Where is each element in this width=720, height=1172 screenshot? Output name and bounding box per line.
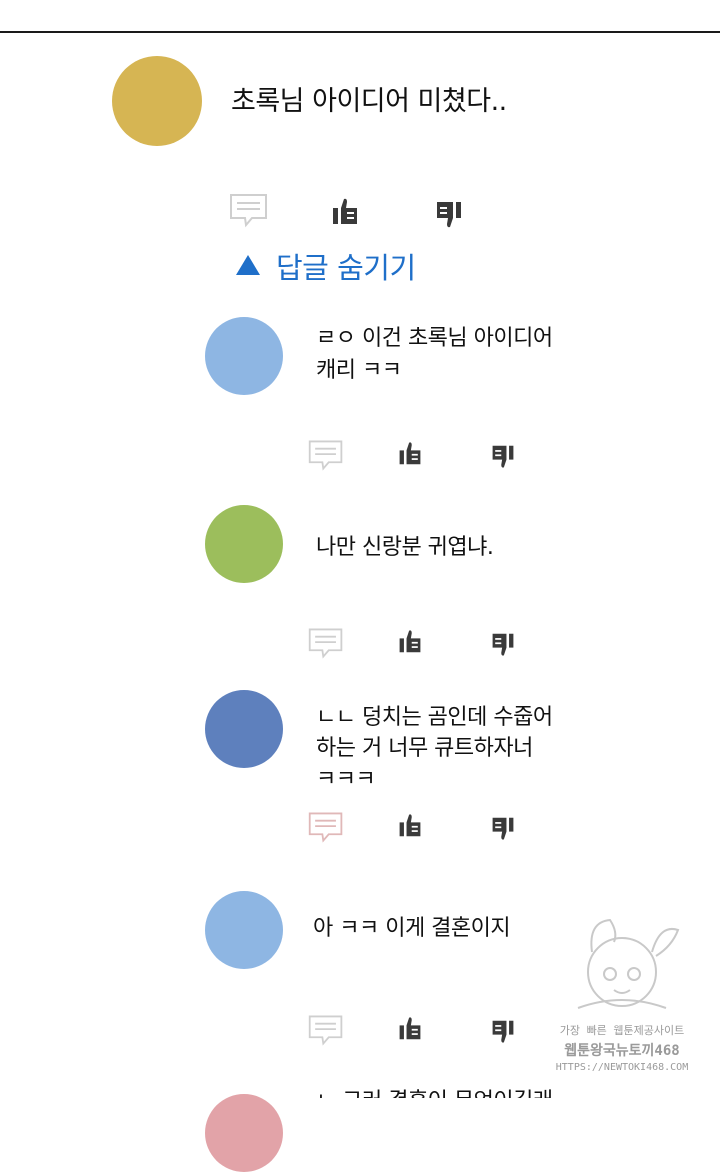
thumbs-down-icon[interactable]	[490, 632, 516, 658]
reply-actions	[307, 1013, 527, 1053]
thumbs-down-icon[interactable]	[490, 1019, 516, 1045]
reply-text: 나만 신랑분 귀엽냐.	[316, 535, 494, 560]
thumbs-up-icon[interactable]	[397, 812, 423, 838]
reply-text: ㄴㄴ 덩치는 곰인데 수줍어 하는 거 너무 큐트하자너 ㅋㅋㅋ	[316, 705, 553, 788]
watermark-line: HTTPS://NEWTOKI468.COM	[555, 1062, 689, 1073]
top-divider	[0, 31, 720, 33]
reply-text: ㄴ 그러 결혼이 무엇이길래	[316, 1086, 553, 1098]
reply-text: ㄹㅇ 이건 초록님 아이디어 캐리 ㅋㅋ	[316, 326, 553, 383]
comment-text: 초록님 아이디어 미쳤다..	[231, 86, 507, 117]
avatar[interactable]	[205, 1094, 283, 1172]
thumbs-up-icon[interactable]	[397, 1015, 423, 1041]
reply-text-clip: ㄴㄴ 덩치는 곰인데 수줍어 하는 거 너무 큐트하자너 ㅋㅋㅋ	[316, 702, 576, 788]
mascot-watermark-icon	[577, 918, 680, 1009]
comment-icon[interactable]	[228, 192, 270, 228]
comment-icon[interactable]	[307, 1013, 345, 1047]
comment-actions	[228, 192, 468, 232]
triangle-up-icon	[236, 255, 260, 275]
site-watermark: 가장 빠른 웹툰제공사이트 웹툰왕국뉴토끼468 HTTPS://NEWTOKI…	[548, 912, 696, 1082]
avatar[interactable]	[205, 317, 283, 395]
thumbs-down-icon[interactable]	[490, 816, 516, 842]
thumbs-up-icon[interactable]	[397, 628, 423, 654]
reply-actions	[307, 438, 527, 478]
avatar[interactable]	[112, 56, 202, 146]
watermark-line: 웹툰왕국뉴토끼468	[564, 1043, 680, 1059]
comment-icon[interactable]	[307, 810, 345, 844]
thumbs-up-icon[interactable]	[330, 196, 360, 226]
reply-actions	[307, 810, 527, 850]
hide-replies-label: 답글 숨기기	[276, 251, 416, 285]
comment-icon[interactable]	[307, 438, 345, 472]
avatar[interactable]	[205, 505, 283, 583]
reply-text: 아 ㅋㅋ 이게 결혼이지	[313, 916, 511, 941]
avatar[interactable]	[205, 690, 283, 768]
reply-actions	[307, 626, 527, 666]
thumbs-down-icon[interactable]	[434, 200, 464, 230]
watermark-line: 가장 빠른 웹툰제공사이트	[559, 1024, 685, 1037]
comment-icon[interactable]	[307, 626, 345, 660]
reply-text-clip: ㄴ 그러 결혼이 무엇이길래	[316, 1086, 576, 1098]
thumbs-down-icon[interactable]	[490, 444, 516, 470]
thumbs-up-icon[interactable]	[397, 440, 423, 466]
avatar[interactable]	[205, 891, 283, 969]
